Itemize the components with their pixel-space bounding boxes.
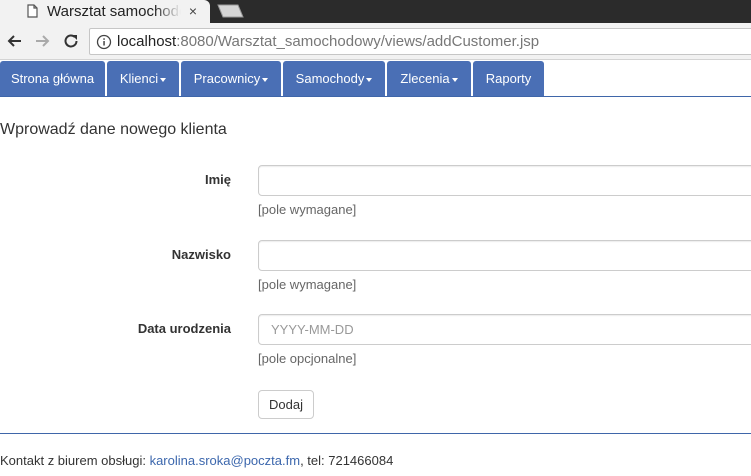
browser-tab-active[interactable]: Warsztat samochodowy × (0, 0, 210, 23)
nav-samochody[interactable]: Samochody (283, 61, 385, 96)
birth-date-input[interactable] (258, 314, 751, 345)
caret-down-icon (262, 77, 269, 82)
caret-down-icon (451, 77, 458, 82)
first-name-input[interactable] (258, 165, 751, 196)
first-name-label: Imię (204, 172, 231, 187)
last-name-label: Nazwisko (171, 247, 231, 262)
reload-icon[interactable] (61, 31, 81, 51)
nav-home[interactable]: Strona główna (0, 61, 105, 96)
nav-raporty-label: Raporty (485, 71, 532, 86)
nav-pracownicy[interactable]: Pracownicy (181, 61, 281, 96)
footer-prefix: Kontakt z biurem obsługi: (0, 453, 150, 468)
nav-pracownicy-label: Pracownicy (193, 71, 261, 86)
caret-down-icon (160, 77, 167, 82)
footer-contact: Kontakt z biurem obsługi: karolina.sroka… (0, 453, 393, 468)
birth-date-help: [pole opcjonalne] (258, 351, 357, 366)
url-path: :8080/Warsztat_samochodowy/views/addCust… (176, 33, 540, 50)
browser-tabstrip: Warsztat samochodowy × (0, 0, 751, 23)
forward-arrow-icon[interactable] (32, 31, 52, 51)
nav-raporty[interactable]: Raporty (473, 61, 544, 96)
new-tab-button[interactable] (214, 4, 244, 18)
url-host: localhost (117, 33, 177, 50)
tab-close-icon[interactable]: × (186, 3, 200, 19)
caret-down-icon (366, 77, 373, 82)
nav-klienci[interactable]: Klienci (107, 61, 179, 96)
nav-zlecenia-label: Zlecenia (400, 71, 450, 86)
browser-tab-title: Warsztat samochodowy (47, 3, 181, 20)
nav-klienci-label: Klienci (119, 71, 159, 86)
add-customer-button[interactable]: Dodaj (258, 390, 314, 419)
address-bar[interactable]: localhost:8080/Warsztat_samochodowy/view… (89, 28, 751, 55)
page-icon (27, 4, 38, 18)
footer-divider (0, 433, 751, 434)
nav-samochody-label: Samochody (295, 71, 365, 86)
browser-toolbar: localhost:8080/Warsztat_samochodowy/view… (0, 23, 751, 60)
footer-phone: , tel: 721466084 (300, 453, 394, 468)
url-text[interactable]: localhost:8080/Warsztat_samochodowy/view… (117, 33, 539, 51)
first-name-help: [pole wymagane] (258, 202, 357, 217)
last-name-help: [pole wymagane] (258, 277, 357, 292)
footer-email-link[interactable]: karolina.sroka@poczta.fm (150, 453, 300, 468)
nav-zlecenia[interactable]: Zlecenia (387, 61, 471, 96)
info-icon[interactable] (96, 34, 112, 50)
main-navbar: Strona główna Klienci Pracownicy Samocho… (0, 60, 751, 97)
nav-home-label: Strona główna (10, 71, 95, 86)
last-name-input[interactable] (258, 240, 751, 271)
back-arrow-icon[interactable] (5, 31, 25, 51)
birth-date-label: Data urodzenia (137, 321, 231, 336)
page-title: Wprowadź dane nowego klienta (0, 121, 227, 138)
